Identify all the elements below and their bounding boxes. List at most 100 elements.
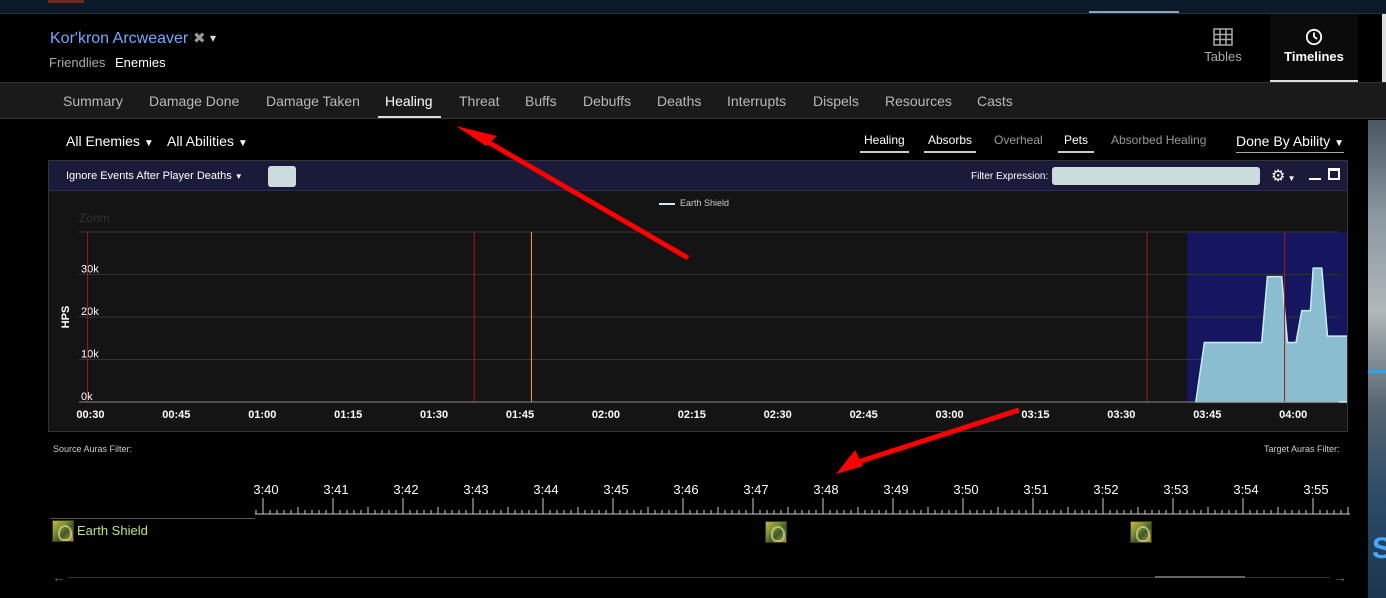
x-tick-label: 00:45 bbox=[162, 409, 190, 421]
healing-toggle[interactable]: Healing bbox=[860, 133, 909, 153]
timeline-tick-label: 3:53 bbox=[1163, 482, 1188, 497]
fight-header: Kor'kron Arcweaver ✖ ▾ Friendlies Enemie… bbox=[0, 14, 1386, 82]
side-panel-edge bbox=[1382, 14, 1386, 82]
tab-summary[interactable]: Summary bbox=[63, 93, 123, 109]
earth-shield-icon[interactable] bbox=[1130, 521, 1152, 543]
tab-healing[interactable]: Healing bbox=[385, 93, 432, 109]
report-tabs: Summary Damage Done Damage Taken Healing… bbox=[0, 82, 1386, 119]
clock-icon bbox=[1305, 28, 1323, 46]
tab-dispels[interactable]: Dispels bbox=[813, 93, 859, 109]
ignore-deaths-label: Ignore Events After Player Deaths bbox=[66, 170, 232, 182]
earth-shield-icon[interactable] bbox=[765, 521, 787, 543]
filter-expression-label: Filter Expression: bbox=[971, 171, 1049, 182]
x-tick-label: 02:15 bbox=[678, 409, 706, 421]
pets-toggle[interactable]: Pets bbox=[1058, 133, 1095, 153]
chevron-down-icon: ▼ bbox=[143, 138, 154, 149]
timeline-tick-label: 3:48 bbox=[813, 482, 838, 497]
tab-damage-taken[interactable]: Damage Taken bbox=[266, 93, 360, 109]
ignore-deaths-dropdown[interactable]: Ignore Events After Player Deaths ▼ bbox=[66, 170, 243, 182]
tab-interrupts[interactable]: Interrupts bbox=[727, 93, 786, 109]
timeline-tick-label: 3:41 bbox=[323, 482, 348, 497]
x-tick-label: 03:45 bbox=[1193, 409, 1221, 421]
scrollbar-thumb[interactable] bbox=[1155, 576, 1245, 578]
aura-name[interactable]: Earth Shield bbox=[77, 523, 148, 538]
x-tick-label: 01:30 bbox=[420, 409, 448, 421]
zoom-label: Zoom bbox=[79, 211, 110, 225]
chart-toolbar: Ignore Events After Player Deaths ▼ Filt… bbox=[49, 161, 1347, 191]
tab-resources[interactable]: Resources bbox=[885, 93, 952, 109]
x-tick-label: 03:15 bbox=[1021, 409, 1049, 421]
enemies-dropdown[interactable]: All Enemies ▼ bbox=[66, 133, 154, 149]
tables-view-label: Tables bbox=[1204, 49, 1242, 64]
filter-bar: All Enemies ▼ All Abilities ▼ Healing Ab… bbox=[0, 122, 1366, 158]
x-tick-label: 04:00 bbox=[1279, 409, 1307, 421]
y-tick-label: 10k bbox=[81, 349, 99, 361]
abilities-dropdown[interactable]: All Abilities ▼ bbox=[167, 133, 248, 149]
filter-expression-input[interactable] bbox=[1052, 167, 1260, 185]
tab-buffs[interactable]: Buffs bbox=[525, 93, 557, 109]
character-name-link[interactable]: Kor'kron Arcweaver bbox=[50, 30, 188, 48]
aura-row-divider bbox=[50, 518, 255, 519]
tab-deaths[interactable]: Deaths bbox=[657, 93, 701, 109]
annotation-arrow bbox=[836, 450, 863, 474]
timelines-view-label: Timelines bbox=[1284, 49, 1344, 64]
tables-view-button[interactable]: Tables bbox=[1190, 14, 1256, 82]
legend-label: Earth Shield bbox=[680, 198, 729, 208]
x-tick-label: 02:00 bbox=[592, 409, 620, 421]
active-tab-indicator bbox=[378, 116, 441, 118]
tab-damage-done[interactable]: Damage Done bbox=[149, 93, 239, 109]
y-tick-label: 0k bbox=[81, 391, 93, 403]
top-tab-indicator bbox=[1089, 11, 1179, 13]
abilities-dropdown-label: All Abilities bbox=[167, 133, 234, 149]
timeline-tick-label: 3:54 bbox=[1233, 482, 1258, 497]
enemies-link[interactable]: Enemies bbox=[115, 55, 166, 70]
hps-chart[interactable]: 0k 10k 20k 30k 00:30 00:45 01:00 01:15 01:30 01:4… bbox=[49, 192, 1347, 432]
ignore-deaths-toggle[interactable] bbox=[268, 166, 296, 187]
remove-character-icon[interactable]: ✖ bbox=[193, 29, 206, 47]
absorbs-toggle[interactable]: Absorbs bbox=[924, 133, 977, 153]
timeline-tick-label: 3:51 bbox=[1023, 482, 1048, 497]
chevron-down-icon: ▼ bbox=[234, 172, 243, 181]
earth-shield-icon bbox=[52, 520, 74, 542]
chevron-down-icon[interactable]: ▾ bbox=[210, 31, 216, 45]
x-tick-label: 00:30 bbox=[76, 409, 104, 421]
healing-chart-panel: Ignore Events After Player Deaths ▼ Filt… bbox=[48, 160, 1348, 432]
friendlies-link[interactable]: Friendlies bbox=[49, 55, 105, 70]
tab-casts[interactable]: Casts bbox=[977, 93, 1013, 109]
timeline-tick-label: 3:55 bbox=[1303, 482, 1328, 497]
absorbed-healing-toggle[interactable]: Absorbed Healing bbox=[1111, 133, 1206, 151]
side-preview-stripe bbox=[1368, 370, 1386, 373]
timeline-tick-label: 3:45 bbox=[603, 482, 628, 497]
x-tick-label: 02:30 bbox=[764, 409, 792, 421]
timeline-tick-label: 3:50 bbox=[953, 482, 978, 497]
timelines-view-button[interactable]: Timelines bbox=[1270, 14, 1358, 82]
gear-icon[interactable]: ⚙ ▼ bbox=[1271, 166, 1295, 186]
timeline-tick-label: 3:49 bbox=[883, 482, 908, 497]
tab-threat[interactable]: Threat bbox=[459, 93, 499, 109]
timeline-scrollbar[interactable]: ← → bbox=[50, 568, 1350, 588]
x-tick-label: 01:00 bbox=[248, 409, 276, 421]
side-preview-image: S bbox=[1368, 120, 1386, 598]
tab-debuffs[interactable]: Debuffs bbox=[583, 93, 631, 109]
source-auras-filter-label: Source Auras Filter: bbox=[53, 444, 133, 454]
brand-logo[interactable] bbox=[48, 0, 84, 3]
x-tick-label: 03:00 bbox=[935, 409, 963, 421]
y-tick-label: 20k bbox=[81, 306, 99, 318]
maximize-icon[interactable] bbox=[1328, 168, 1340, 180]
overheal-toggle[interactable]: Overheal bbox=[994, 133, 1043, 151]
timeline-tick-label: 3:46 bbox=[673, 482, 698, 497]
scroll-right-icon[interactable]: → bbox=[1333, 569, 1347, 585]
side-preview-glyph: S bbox=[1372, 532, 1386, 565]
minimize-icon[interactable] bbox=[1309, 178, 1321, 180]
scroll-left-icon[interactable]: ← bbox=[52, 569, 66, 585]
timeline-tick-label: 3:52 bbox=[1093, 482, 1118, 497]
target-auras-filter-label: Target Auras Filter: bbox=[1264, 444, 1340, 454]
grouping-dropdown[interactable]: Done By Ability ▼ bbox=[1236, 133, 1344, 153]
timeline-tick-label: 3:43 bbox=[463, 482, 488, 497]
timeline-tick-label: 3:47 bbox=[743, 482, 768, 497]
timeline-tick-label: 3:42 bbox=[393, 482, 418, 497]
x-tick-label: 01:45 bbox=[506, 409, 534, 421]
timeline-ruler[interactable]: 3:40 3:41 3:42 3:43 3:44 3:45 3:46 3:47 3:48 3:49… bbox=[0, 476, 1366, 520]
chevron-down-icon: ▼ bbox=[237, 138, 248, 149]
timeline-tick-label: 3:40 bbox=[253, 482, 278, 497]
